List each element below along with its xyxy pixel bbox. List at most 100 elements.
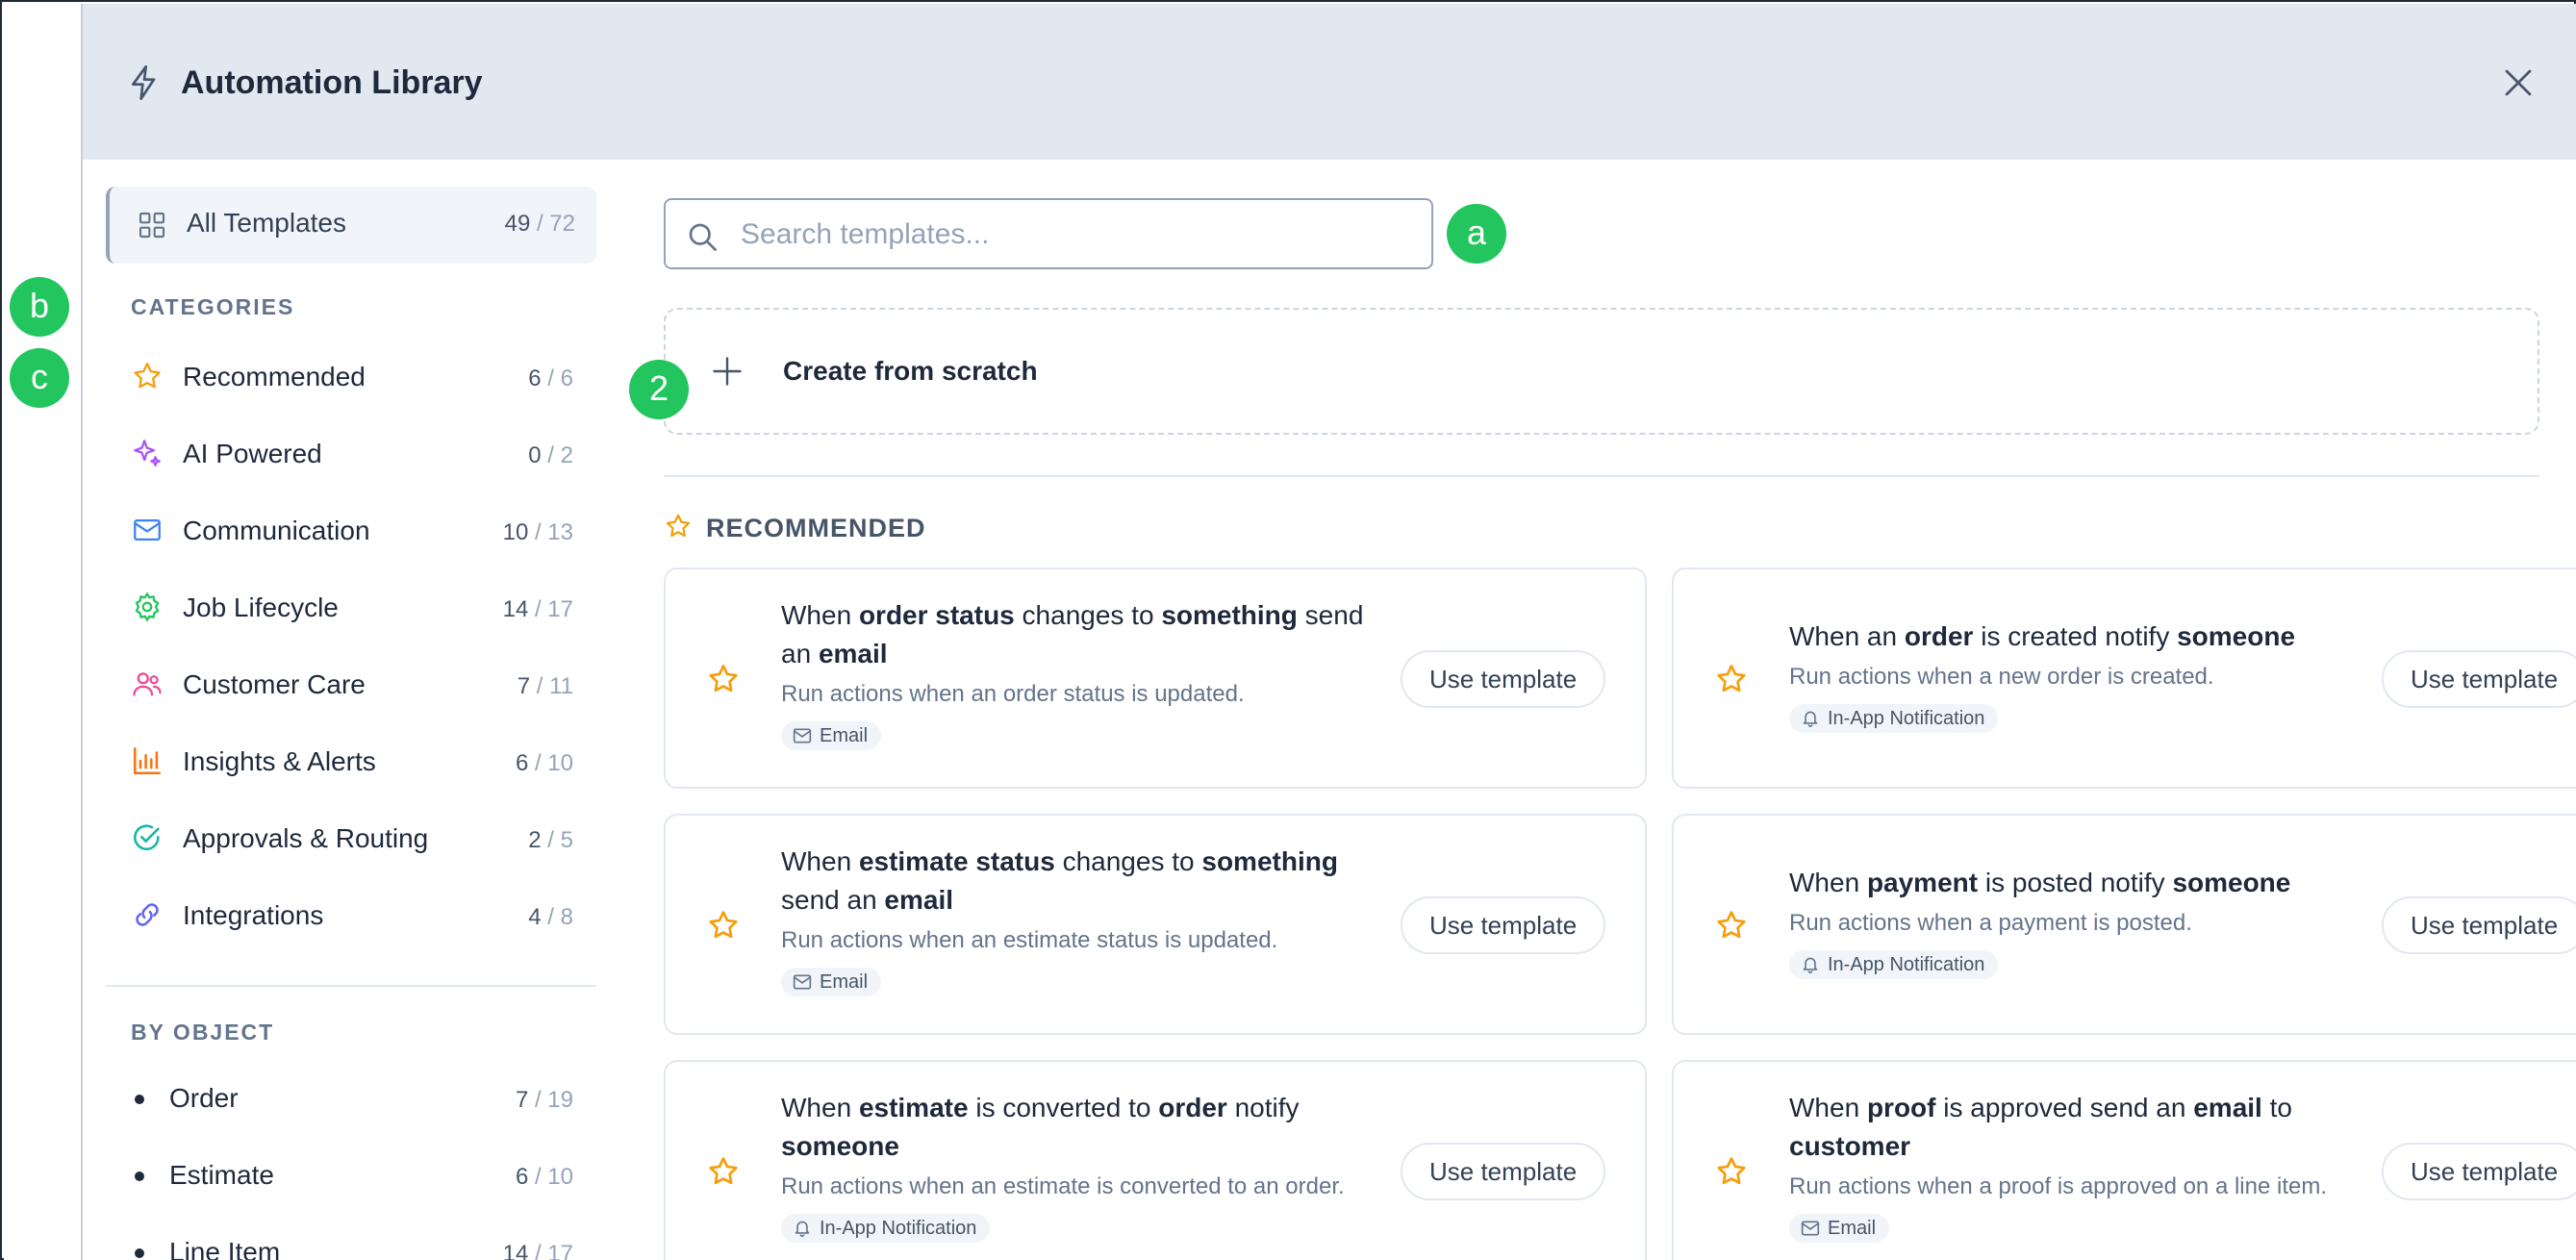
star-icon — [709, 665, 738, 693]
template-channel-badge: In-App Notification — [781, 1214, 991, 1243]
title-text: is posted notify — [1978, 868, 2173, 897]
sidebar-item-job-lifecycle[interactable]: Job Lifecycle 14 / 17 — [131, 581, 596, 635]
item-count: 7 / 19 — [516, 1087, 573, 1114]
title-keyword: something — [1201, 846, 1338, 876]
count-value: 49 — [504, 211, 531, 237]
title-keyword: estimate — [858, 1093, 969, 1122]
sidebar-item-order[interactable]: Order 7 / 19 — [135, 1073, 596, 1127]
lightning-bolt-icon — [132, 65, 156, 100]
use-template-button[interactable]: Use template — [1401, 650, 1606, 708]
count-total: / 5 — [541, 827, 573, 853]
title-keyword: estimate status — [858, 846, 1055, 876]
bullet-icon — [135, 1172, 144, 1181]
template-title: When payment is posted notify someone — [1789, 864, 2405, 902]
title-text: to — [2261, 1093, 2292, 1122]
automation-library-modal: Automation Library All Templates 49 / 72… — [81, 4, 2576, 1260]
count-value: 0 — [528, 442, 542, 468]
template-card[interactable]: When estimate status changes to somethin… — [664, 814, 1647, 1035]
use-template-button[interactable]: Use template — [1401, 896, 1606, 954]
sidebar-item-customer-care[interactable]: Customer Care 7 / 11 — [131, 658, 596, 712]
sidebar-item-ai-powered[interactable]: AI Powered 0 / 2 — [131, 427, 596, 481]
sidebar-item-all-templates[interactable]: All Templates 49 / 72 — [106, 187, 596, 264]
title-text: When an — [1789, 621, 1905, 651]
annotation-marker-b: b — [10, 277, 69, 337]
sidebar-divider — [106, 985, 596, 987]
count-value: 6 — [515, 1164, 529, 1190]
template-card[interactable]: When order status changes to something s… — [664, 567, 1647, 789]
template-description: Run actions when a new order is created. — [1789, 664, 2214, 690]
sidebar-item-label: Recommended — [183, 362, 366, 391]
title-text: When — [781, 1093, 859, 1122]
sidebar-item-integrations[interactable]: Integrations 4 / 8 — [131, 889, 596, 943]
template-card[interactable]: When an order is created notify someone R… — [1672, 567, 2576, 789]
bell-icon — [1803, 711, 1818, 727]
create-from-scratch-button[interactable]: Create from scratch — [664, 308, 2539, 435]
title-keyword: order — [1904, 621, 1974, 651]
sidebar-item-insights-alerts[interactable]: Insights & Alerts 6 / 10 — [131, 735, 596, 789]
item-count: 4 / 8 — [528, 904, 573, 931]
count-value: 2 — [528, 827, 542, 853]
sidebar-item-line-item[interactable]: Line Item 14 / 17 — [135, 1227, 596, 1260]
categories-heading: CATEGORIES — [131, 294, 295, 319]
sidebar-item-label: AI Powered — [183, 439, 322, 468]
use-template-button[interactable]: Use template — [2382, 1143, 2576, 1200]
modal-header: Automation Library — [83, 4, 2576, 160]
use-template-button[interactable]: Use template — [2382, 896, 2576, 954]
mail-icon — [1801, 1221, 1820, 1236]
badge-label: Email — [820, 971, 869, 993]
plus-icon — [713, 357, 742, 386]
gear-icon — [135, 592, 160, 622]
star-icon — [709, 1157, 738, 1185]
item-count: 14 / 17 — [503, 1241, 573, 1260]
title-text: notify — [1226, 1093, 1300, 1122]
count-total: / 8 — [541, 904, 573, 930]
star-icon — [134, 363, 161, 389]
sidebar-item-label: Line Item — [169, 1237, 281, 1260]
users-icon — [133, 672, 162, 696]
count-value: 14 — [502, 1241, 529, 1260]
bullet-icon — [135, 1248, 144, 1258]
search-input[interactable] — [741, 210, 1414, 260]
annotation-marker-a: a — [1447, 204, 1506, 264]
bell-icon — [1803, 957, 1818, 973]
star-icon — [1717, 665, 1746, 693]
count-total: / 19 — [528, 1087, 573, 1113]
title-keyword: order — [1158, 1093, 1227, 1122]
count-value: 7 — [517, 673, 531, 699]
title-keyword: customer — [1789, 1131, 1911, 1161]
title-text: is converted to — [968, 1093, 1159, 1122]
title-text: When — [781, 846, 859, 876]
count-value: 6 — [528, 365, 542, 391]
sidebar-item-approvals-routing[interactable]: Approvals & Routing 2 / 5 — [131, 812, 596, 866]
recommended-heading-label: RECOMMENDED — [706, 514, 926, 542]
sidebar-item-recommended[interactable]: Recommended 6 / 6 — [131, 350, 596, 404]
sidebar-item-estimate[interactable]: Estimate 6 / 10 — [135, 1150, 596, 1204]
count-value: 4 — [528, 904, 542, 930]
backdrop — [4, 4, 81, 1260]
use-template-button[interactable]: Use template — [1401, 1143, 1606, 1200]
sidebar-item-label: Customer Care — [183, 669, 366, 699]
bullet-icon — [135, 1095, 144, 1104]
template-title: When proof is approved send an email to … — [1789, 1089, 2405, 1166]
item-count: 7 / 11 — [518, 673, 573, 700]
star-icon — [709, 911, 738, 939]
title-keyword: someone — [2172, 868, 2291, 897]
annotation-marker-2: 2 — [629, 360, 689, 419]
close-icon[interactable] — [2501, 65, 2536, 100]
sidebar-item-label: Order — [169, 1083, 239, 1113]
template-card[interactable]: When proof is approved send an email to … — [1672, 1060, 2576, 1260]
template-card[interactable]: When payment is posted notify someone Run… — [1672, 814, 2576, 1035]
item-count: 14 / 17 — [503, 596, 573, 623]
template-description: Run actions when an estimate is converte… — [781, 1173, 1345, 1199]
template-card[interactable]: When estimate is converted to order noti… — [664, 1060, 1647, 1260]
template-channel-badge: In-App Notification — [1789, 704, 1999, 733]
title-text: When — [1789, 868, 1867, 897]
item-count: 6 / 10 — [516, 750, 573, 777]
sidebar-item-label: Insights & Alerts — [183, 746, 376, 776]
count-total: / 17 — [528, 1241, 573, 1260]
use-template-button[interactable]: Use template — [2382, 650, 2576, 708]
title-text: changes to — [1054, 846, 1202, 876]
screenshot-frame: b c Automation Library All Templates 49 … — [0, 0, 2576, 1260]
title-keyword: someone — [781, 1131, 899, 1161]
sidebar-item-communication[interactable]: Communication 10 / 13 — [131, 504, 596, 558]
